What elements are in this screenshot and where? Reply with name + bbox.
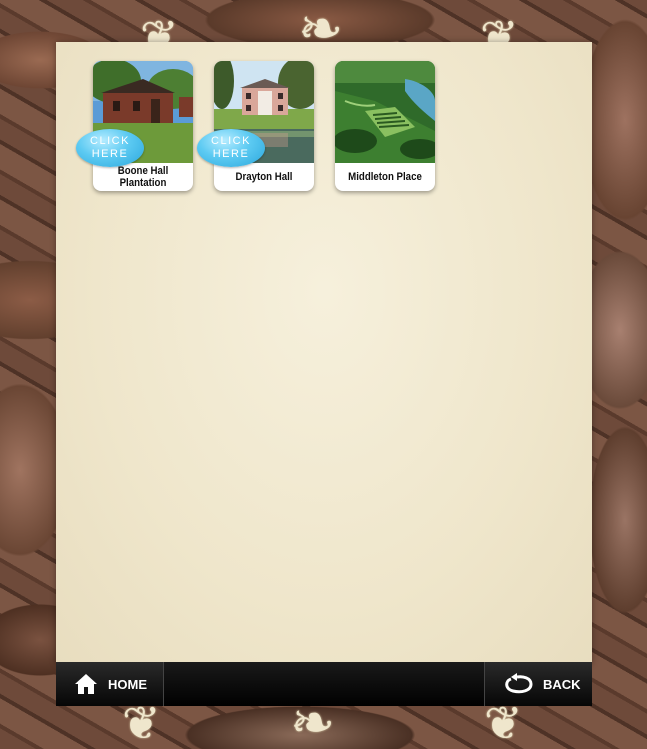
click-here-badge[interactable]: CLICK HERE — [197, 129, 265, 167]
middleton-place-photo — [335, 61, 435, 163]
bottom-nav-bar: HOME BACK — [56, 662, 592, 706]
house-icon — [75, 674, 97, 694]
back-label: BACK — [543, 676, 581, 692]
tile-caption: Drayton Hall — [235, 171, 293, 183]
back-button[interactable]: BACK — [484, 662, 592, 706]
badge-line-2: HERE — [91, 148, 129, 160]
ornament-bottom-right: ❦ — [484, 696, 523, 749]
tile-boone-hall[interactable]: Boone Hall Plantation CLICK HERE — [76, 61, 193, 191]
click-here-badge[interactable]: CLICK HERE — [76, 129, 144, 167]
badge-line-1: CLICK — [211, 135, 251, 147]
badge-line-2: HERE — [212, 148, 250, 160]
plantation-tiles: Boone Hall Plantation CLICK HERE Drayton… — [76, 61, 435, 191]
content-panel: Boone Hall Plantation CLICK HERE Drayton… — [56, 42, 592, 664]
tile-drayton-hall[interactable]: Drayton Hall CLICK HERE — [197, 61, 314, 191]
home-button[interactable]: HOME — [56, 662, 164, 706]
tile-caption: Boone Hall Plantation — [117, 165, 169, 189]
ornament-bottom-left: ❦ — [122, 696, 161, 749]
home-label: HOME — [108, 676, 147, 692]
tile-caption: Middleton Place — [348, 171, 422, 183]
badge-line-1: CLICK — [90, 135, 130, 147]
tile-middleton-place[interactable]: Middleton Place — [335, 61, 435, 191]
back-arrow-icon — [505, 673, 533, 694]
